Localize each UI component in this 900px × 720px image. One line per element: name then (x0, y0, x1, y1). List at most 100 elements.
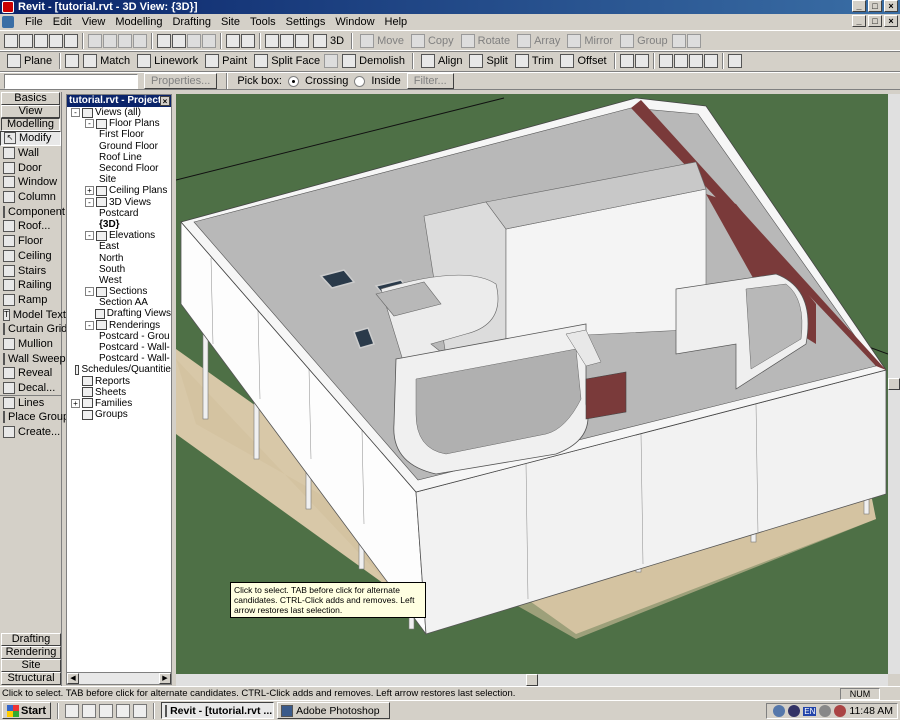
menu-settings[interactable]: Settings (281, 16, 331, 28)
tree-node[interactable]: First Floor (67, 129, 171, 140)
collapse-icon[interactable]: - (71, 108, 80, 118)
tool-model-text[interactable]: T Model Text (0, 307, 66, 322)
match-button[interactable]: Match (80, 52, 133, 70)
unpin-icon[interactable] (686, 34, 701, 48)
menu-site[interactable]: Site (216, 16, 245, 28)
properties-button[interactable]: Properties... (144, 73, 218, 89)
mirror-button[interactable]: Mirror (564, 32, 616, 50)
filter-button[interactable]: Filter... (406, 73, 454, 89)
expand-icon[interactable]: + (71, 398, 80, 408)
save-icon[interactable] (34, 34, 48, 48)
tool-lines[interactable]: Lines (0, 395, 61, 410)
menu-edit[interactable]: Edit (48, 16, 77, 28)
undo-dropdown-icon[interactable] (172, 34, 186, 48)
collapse-icon[interactable]: - (85, 231, 94, 241)
dynamic-view-icon[interactable] (265, 34, 279, 48)
zoom-icon[interactable] (280, 34, 294, 48)
tree-node[interactable]: Schedules/Quantitie (67, 364, 171, 375)
tab-view[interactable]: View (1, 105, 60, 118)
scroll-left-icon[interactable]: ◀ (67, 673, 79, 684)
tree-node[interactable]: - Elevations (67, 230, 171, 241)
menu-tools[interactable]: Tools (245, 16, 281, 28)
copy-button[interactable]: Copy (408, 32, 457, 50)
tree-node[interactable]: Section AA (67, 297, 171, 308)
tree-node[interactable]: Drafting Views (67, 308, 171, 319)
doc-close-button[interactable]: × (884, 15, 898, 27)
tree-node[interactable]: - 3D Views (67, 197, 171, 208)
doc-minimize-button[interactable]: _ (852, 15, 866, 27)
browser-horizontal-scrollbar[interactable]: ◀ ▶ (67, 672, 171, 684)
tree-node[interactable]: South (67, 264, 171, 275)
tree-node[interactable]: + Ceiling Plans (67, 185, 171, 196)
tab-site[interactable]: Site (1, 659, 61, 672)
tree-node[interactable]: + Families (67, 398, 171, 409)
expand-icon[interactable]: + (85, 186, 94, 196)
vertical-scroll-thumb[interactable] (888, 378, 900, 390)
ie-quicklaunch-icon[interactable] (82, 703, 97, 718)
horizontal-scroll-thumb[interactable] (526, 674, 538, 686)
inside-radio[interactable] (354, 75, 366, 87)
tab-structural[interactable]: Structural (1, 672, 61, 685)
taskbar-photoshop[interactable]: Adobe Photoshop (277, 702, 391, 719)
tag-icon[interactable] (727, 54, 742, 68)
split-face-button[interactable]: Split Face (251, 52, 323, 70)
type-selector-dropdown[interactable] (4, 73, 138, 89)
tool-curtain-grid[interactable]: Curtain Grid (0, 322, 67, 337)
hide-category-icon[interactable] (673, 54, 688, 68)
unhide-icon[interactable] (688, 54, 703, 68)
thin-lines-icon[interactable] (295, 34, 309, 48)
linework-button[interactable]: Linework (134, 52, 201, 70)
viewport-horizontal-scrollbar[interactable] (176, 674, 888, 686)
tree-node[interactable]: Reports (67, 376, 171, 387)
document-icon[interactable] (2, 16, 14, 28)
measure-icon[interactable] (65, 54, 80, 68)
scroll-right-icon[interactable]: ▶ (159, 673, 171, 684)
tree-node[interactable]: Groups (67, 409, 171, 420)
new-file-icon[interactable] (4, 34, 18, 48)
tab-modelling[interactable]: Modelling (1, 118, 60, 131)
move-button[interactable]: Move (357, 32, 407, 50)
trim-button[interactable]: Trim (512, 52, 557, 70)
tree-node[interactable]: - Floor Plans (67, 118, 171, 129)
collapse-icon[interactable]: - (85, 119, 94, 129)
temp-hide-icon[interactable] (703, 54, 718, 68)
tool-window[interactable]: Window (0, 175, 61, 190)
tool-stairs[interactable]: Stairs (0, 263, 61, 278)
work-plane-button[interactable]: Plane (4, 52, 55, 70)
explorer-quicklaunch-icon[interactable] (116, 703, 131, 718)
tray-volume-icon[interactable] (819, 705, 832, 717)
taskbar-revit[interactable]: Revit - [tutorial.rvt ... (161, 702, 275, 719)
tree-node[interactable]: North (67, 252, 171, 264)
tool-floor[interactable]: Floor (0, 234, 61, 249)
tool-modify[interactable]: ↖ Modify (0, 131, 61, 146)
delete-icon[interactable] (133, 34, 147, 48)
switch-windows-icon[interactable] (226, 34, 240, 48)
tray-app-icon[interactable] (788, 705, 801, 717)
tree-node[interactable]: - Sections (67, 286, 171, 297)
collapse-icon[interactable]: - (85, 320, 94, 330)
close-button[interactable]: × (884, 0, 898, 12)
tree-node[interactable]: Ground Floor (67, 141, 171, 152)
tree-node[interactable]: Second Floor (67, 163, 171, 174)
tree-node[interactable]: Postcard - Grou (67, 331, 171, 342)
desktop-quicklaunch-icon[interactable] (65, 703, 80, 718)
maximize-button[interactable]: □ (868, 0, 882, 12)
resize-icon[interactable] (619, 54, 634, 68)
tool-ceiling[interactable]: Ceiling (0, 249, 61, 264)
align-button[interactable]: Align (418, 52, 465, 70)
group-button[interactable]: Group (617, 32, 671, 50)
rotate-button[interactable]: Rotate (458, 32, 513, 50)
tool-ramp[interactable]: Ramp (0, 293, 61, 308)
tree-node[interactable]: West (67, 275, 171, 286)
tool-wall[interactable]: Wall (0, 146, 61, 161)
tree-node[interactable]: {3D} (67, 219, 171, 230)
tree-node[interactable]: Roof Line (67, 152, 171, 163)
language-indicator[interactable]: EN (803, 706, 817, 716)
tool-railing[interactable]: Railing (0, 278, 61, 293)
crossing-radio[interactable] (287, 75, 299, 87)
outlook-quicklaunch-icon[interactable] (99, 703, 114, 718)
split-button[interactable]: Split (466, 52, 510, 70)
paint-button[interactable]: Paint (202, 52, 250, 70)
tree-node[interactable]: Postcard - Wall- (67, 342, 171, 353)
revit-app-icon[interactable] (2, 1, 14, 13)
